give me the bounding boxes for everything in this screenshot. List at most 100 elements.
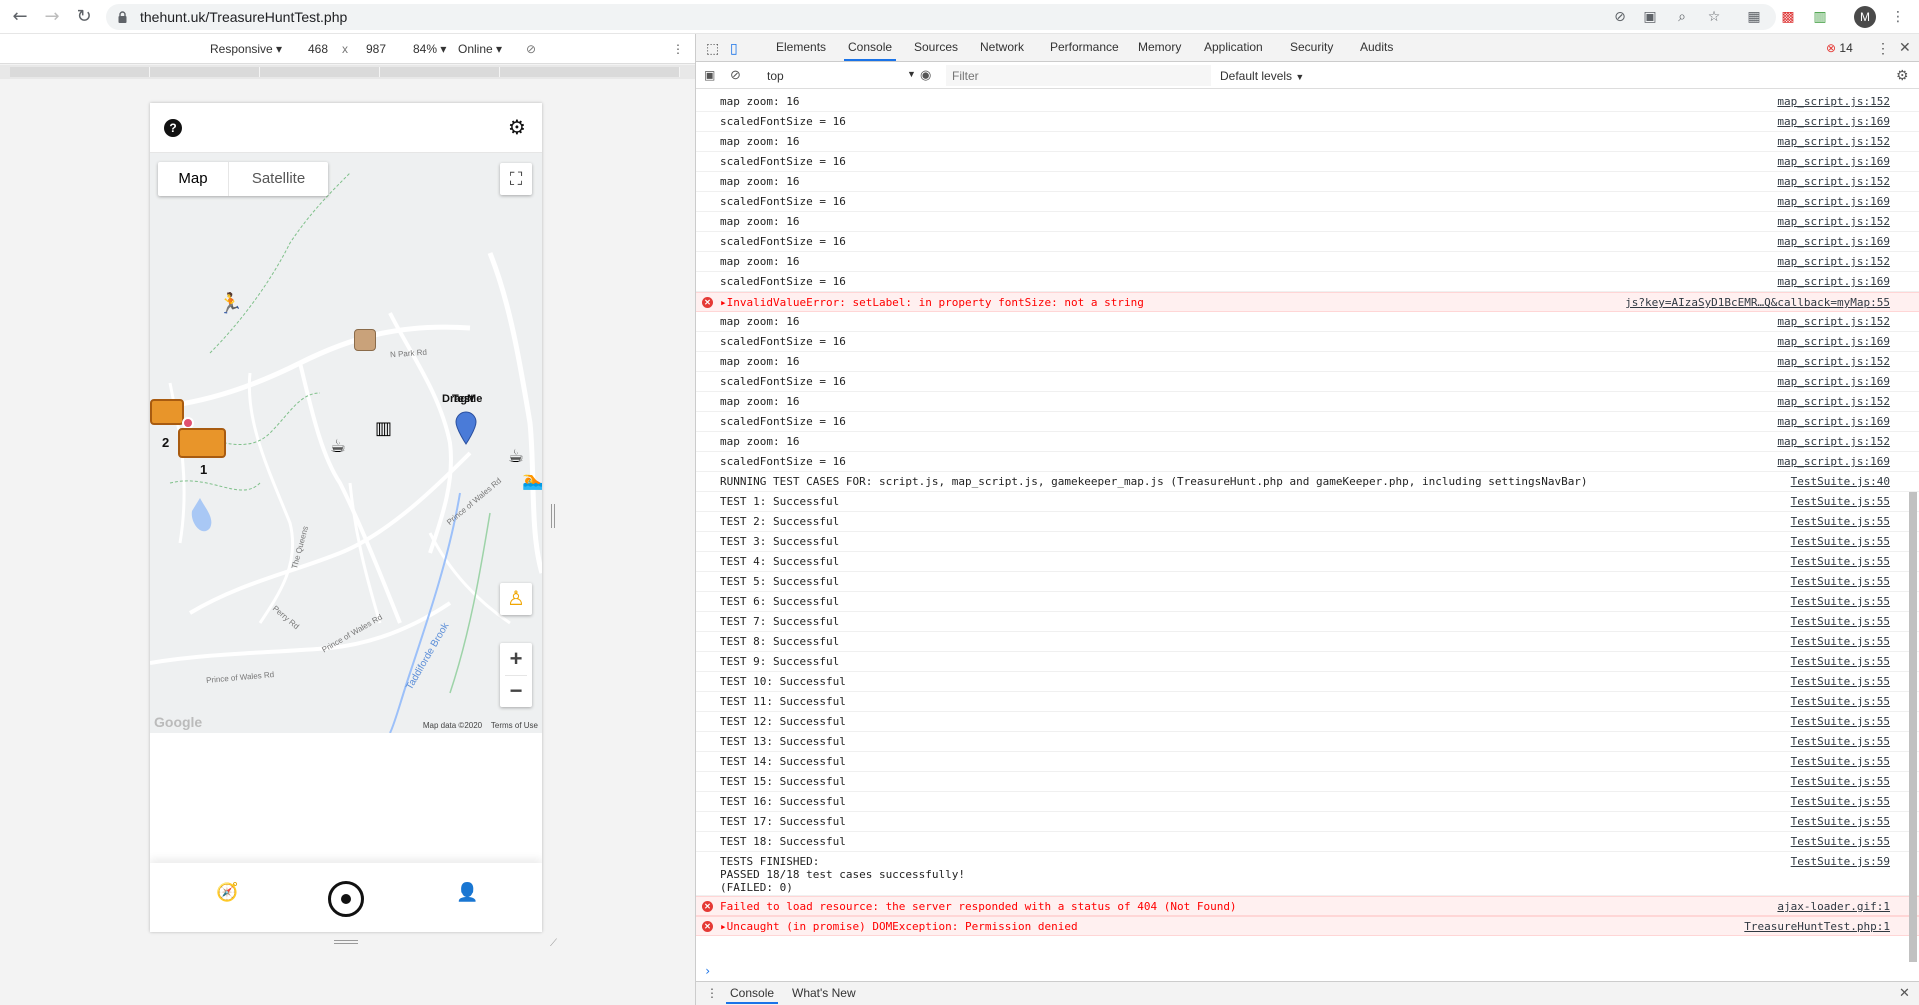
console-error-row[interactable]: ✕ ▸InvalidValueError: setLabel: in proper… (696, 292, 1919, 312)
console-source-link[interactable]: map_script.js:169 (1777, 455, 1890, 468)
target-center-button[interactable] (328, 881, 364, 917)
blue-pin-marker[interactable] (455, 411, 477, 445)
device-height-input[interactable]: 987 (366, 42, 386, 56)
console-log-row[interactable]: TEST 3: Successful TestSuite.js:55 (696, 532, 1919, 552)
zoom-out-button[interactable]: − (500, 675, 532, 707)
console-source-link[interactable]: TestSuite.js:59 (1791, 855, 1890, 868)
console-source-link[interactable]: TestSuite.js:55 (1791, 515, 1890, 528)
device-menu-icon[interactable]: ⋮ (672, 42, 684, 56)
console-source-link[interactable]: map_script.js:169 (1777, 115, 1890, 128)
player-avatar-marker[interactable] (354, 329, 376, 351)
blocked-icon[interactable]: ▣ (1640, 7, 1660, 27)
console-source-link[interactable]: ajax-loader.gif:1 (1777, 900, 1890, 913)
console-log-row[interactable]: map zoom: 16 map_script.js:152 (696, 132, 1919, 152)
extension-icon-4[interactable]: ▥ (1810, 7, 1830, 27)
drawer-menu-icon[interactable]: ⋮ (706, 986, 718, 1000)
console-source-link[interactable]: map_script.js:152 (1777, 315, 1890, 328)
compass-icon[interactable]: 🧭 (216, 883, 238, 903)
console-log-row[interactable]: map zoom: 16 map_script.js:152 (696, 432, 1919, 452)
console-log-row[interactable]: scaledFontSize = 16 map_script.js:169 (696, 192, 1919, 212)
console-source-link[interactable]: TestSuite.js:55 (1791, 755, 1890, 768)
console-log-row[interactable]: TESTS FINISHED: PASSED 18/18 test cases … (696, 852, 1919, 896)
device-mode-select[interactable]: Responsive ▾ (210, 42, 282, 56)
console-source-link[interactable]: map_script.js:169 (1777, 155, 1890, 168)
console-log-row[interactable]: scaledFontSize = 16 map_script.js:169 (696, 452, 1919, 472)
console-source-link[interactable]: map_script.js:152 (1777, 395, 1890, 408)
console-log-row[interactable]: map zoom: 16 map_script.js:152 (696, 312, 1919, 332)
ruler-segment[interactable] (150, 67, 260, 77)
console-log-row[interactable]: map zoom: 16 map_script.js:152 (696, 172, 1919, 192)
console-source-link[interactable]: TestSuite.js:55 (1791, 815, 1890, 828)
console-log-row[interactable]: scaledFontSize = 16 map_script.js:169 (696, 112, 1919, 132)
console-source-link[interactable]: map_script.js:152 (1777, 95, 1890, 108)
tab-memory[interactable]: Memory (1134, 34, 1185, 61)
rotate-icon[interactable]: ⊘ (526, 42, 536, 56)
console-settings-gear-icon[interactable]: ⚙ (1896, 67, 1909, 84)
zoom-select[interactable]: 84% ▾ (413, 42, 446, 56)
resize-handle-right[interactable] (551, 504, 555, 528)
runner-marker-icon[interactable]: 🏃 (218, 293, 243, 313)
console-prompt[interactable]: › (704, 964, 711, 978)
profile-avatar[interactable]: M (1854, 6, 1876, 28)
console-log-row[interactable]: scaledFontSize = 16 map_script.js:169 (696, 272, 1919, 292)
console-log-row[interactable]: TEST 5: Successful TestSuite.js:55 (696, 572, 1919, 592)
console-source-link[interactable]: map_script.js:152 (1777, 435, 1890, 448)
console-scrollbar[interactable] (1909, 492, 1917, 962)
ruler-segment[interactable] (260, 67, 380, 77)
console-log-row[interactable]: map zoom: 16 map_script.js:152 (696, 92, 1919, 112)
tab-audits[interactable]: Audits (1356, 34, 1397, 61)
terms-link[interactable]: Terms of Use (491, 721, 538, 730)
console-log-row[interactable]: TEST 17: Successful TestSuite.js:55 (696, 812, 1919, 832)
console-log-row[interactable]: TEST 14: Successful TestSuite.js:55 (696, 752, 1919, 772)
drawer-tab-console[interactable]: Console (726, 982, 779, 1004)
console-source-link[interactable]: TestSuite.js:55 (1791, 835, 1890, 848)
console-log-row[interactable]: TEST 6: Successful TestSuite.js:55 (696, 592, 1919, 612)
console-source-link[interactable]: TestSuite.js:55 (1791, 575, 1890, 588)
google-logo[interactable]: Google (154, 714, 202, 730)
console-source-link[interactable]: TestSuite.js:55 (1791, 715, 1890, 728)
console-source-link[interactable]: map_script.js:169 (1777, 275, 1890, 288)
street-view-pegman-icon[interactable]: ♙ (500, 583, 532, 615)
treasure-chest-icon[interactable] (150, 399, 184, 425)
help-icon[interactable]: ? (164, 119, 182, 137)
library-marker-icon[interactable]: ▥ (375, 420, 392, 438)
console-source-link[interactable]: map_script.js:169 (1777, 335, 1890, 348)
console-source-link[interactable]: map_script.js:152 (1777, 215, 1890, 228)
console-log-row[interactable]: TEST 15: Successful TestSuite.js:55 (696, 772, 1919, 792)
console-source-link[interactable]: TestSuite.js:40 (1791, 475, 1890, 488)
ruler-segment[interactable] (500, 67, 680, 77)
ruler-segment[interactable] (380, 67, 500, 77)
console-filter-input[interactable] (946, 65, 1211, 86)
live-expression-eye-icon[interactable]: ◉ (920, 67, 931, 83)
sidebar-toggle-icon[interactable]: ▣ (704, 68, 715, 82)
console-source-link[interactable]: js?key=AIzaSyD1BcEMR…Q&callback=myMap:55 (1625, 296, 1890, 309)
network-select[interactable]: Online ▾ (458, 42, 502, 56)
address-bar[interactable]: thehunt.uk/TreasureHuntTest.php (106, 4, 1776, 30)
console-source-link[interactable]: map_script.js:152 (1777, 175, 1890, 188)
error-counter[interactable]: ⊗ 14 (1826, 41, 1853, 55)
console-source-link[interactable]: map_script.js:152 (1777, 135, 1890, 148)
console-source-link[interactable]: TestSuite.js:55 (1791, 675, 1890, 688)
console-log-row[interactable]: TEST 11: Successful TestSuite.js:55 (696, 692, 1919, 712)
console-source-link[interactable]: TestSuite.js:55 (1791, 775, 1890, 788)
ruler-segment[interactable] (10, 67, 150, 77)
treasure-chest-icon[interactable] (178, 428, 226, 458)
tab-security[interactable]: Security (1286, 34, 1337, 61)
device-toggle-icon[interactable]: ▯ (730, 40, 738, 57)
device-width-input[interactable]: 468 (308, 42, 328, 56)
map-type-satellite-button[interactable]: Satellite (228, 162, 328, 196)
extension-icon-3[interactable]: ▩ (1778, 7, 1798, 27)
console-source-link[interactable]: map_script.js:169 (1777, 195, 1890, 208)
console-source-link[interactable]: TestSuite.js:55 (1791, 495, 1890, 508)
console-error-row[interactable]: ✕ ▸Uncaught (in promise) DOMException: Pe… (696, 916, 1919, 936)
console-log-row[interactable]: scaledFontSize = 16 map_script.js:169 (696, 332, 1919, 352)
console-log-row[interactable]: map zoom: 16 map_script.js:152 (696, 352, 1919, 372)
console-log-row[interactable]: TEST 18: Successful TestSuite.js:55 (696, 832, 1919, 852)
console-source-link[interactable]: TreasureHuntTest.php:1 (1744, 920, 1890, 933)
resize-corner-icon[interactable]: ⟋ (550, 938, 557, 949)
back-icon[interactable]: ← (10, 7, 30, 27)
inspect-element-icon[interactable]: ⬚ (706, 40, 719, 57)
extension-icon[interactable]: ⊘ (1610, 7, 1630, 27)
console-log-row[interactable]: scaledFontSize = 16 map_script.js:169 (696, 232, 1919, 252)
console-log-row[interactable]: TEST 12: Successful TestSuite.js:55 (696, 712, 1919, 732)
